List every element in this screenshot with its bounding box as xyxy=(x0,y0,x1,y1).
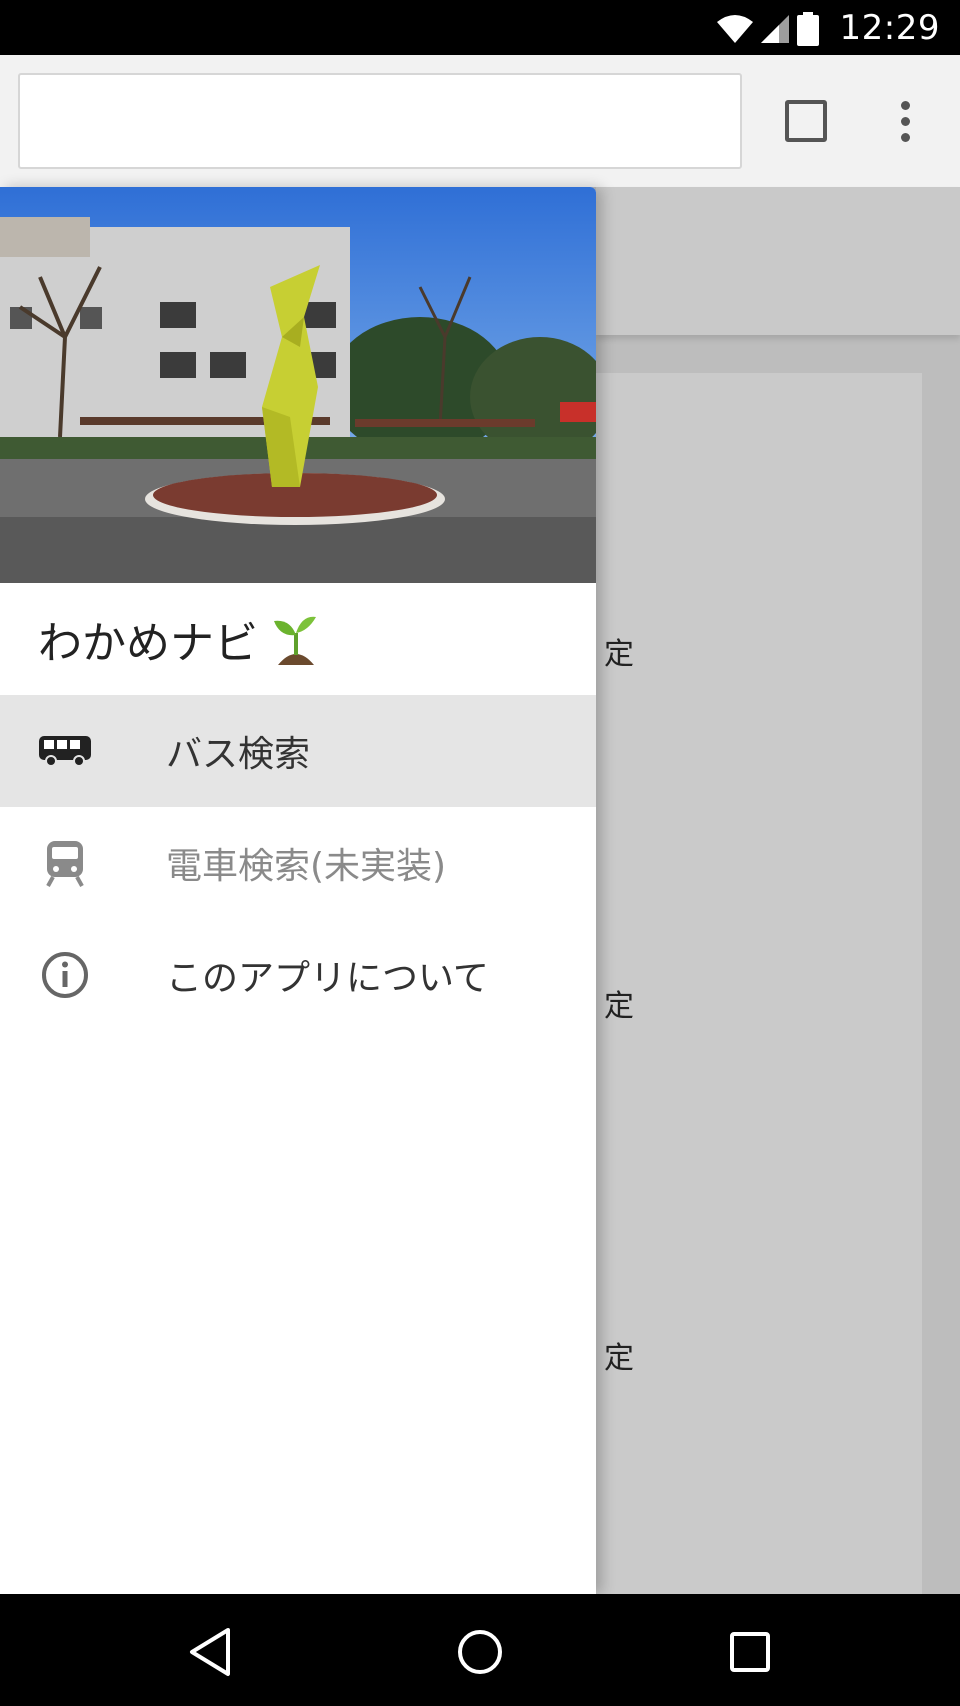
cell-signal-icon xyxy=(760,15,789,43)
train-icon xyxy=(38,836,92,890)
drawer-item-label: このアプリについて xyxy=(166,958,489,999)
page-header xyxy=(596,187,960,335)
drawer-app-title-row: わかめナビ xyxy=(0,583,596,695)
tabs-button[interactable] xyxy=(776,91,836,151)
page-text: 定 xyxy=(604,989,634,1024)
drawer-header-photo xyxy=(0,187,596,583)
home-icon xyxy=(458,1630,502,1674)
drawer-item-train-search[interactable]: 電車検索(未実装) xyxy=(0,807,596,919)
navigation-drawer: わかめナビ バス検索 電車検索(未実装) このアプリについて xyxy=(0,187,596,1594)
app-title: わかめナビ xyxy=(38,618,258,669)
bus-icon xyxy=(38,724,92,778)
info-icon xyxy=(38,948,92,1002)
url-bar[interactable] xyxy=(18,73,742,169)
drawer-item-bus-search[interactable]: バス検索 xyxy=(0,695,596,807)
drawer-item-label: バス検索 xyxy=(166,734,311,775)
sprout-icon xyxy=(274,616,316,665)
page-card xyxy=(596,373,922,1594)
drawer-item-label: 電車検索(未実装) xyxy=(166,846,447,887)
overflow-menu-button[interactable] xyxy=(880,91,930,151)
browser-toolbar xyxy=(0,55,960,187)
wifi-icon xyxy=(716,15,753,43)
back-button[interactable] xyxy=(180,1622,240,1682)
battery-icon xyxy=(797,12,819,46)
status-icons xyxy=(716,12,820,46)
tabs-icon xyxy=(785,100,827,142)
home-button[interactable] xyxy=(450,1622,510,1682)
header-photo xyxy=(0,187,596,583)
system-navigation-bar xyxy=(0,1594,960,1706)
status-time: 12:29 xyxy=(839,8,940,48)
page-text: 定 xyxy=(604,637,634,672)
drawer-item-about[interactable]: このアプリについて xyxy=(0,919,596,1031)
back-icon xyxy=(190,1628,230,1676)
overflow-menu-icon xyxy=(900,100,910,110)
menu-dot xyxy=(900,132,910,142)
menu-dot xyxy=(900,116,910,126)
recents-button[interactable] xyxy=(720,1622,780,1682)
page-text: 定 xyxy=(604,1341,634,1376)
status-bar: 12:29 xyxy=(0,0,960,55)
recents-icon xyxy=(730,1632,770,1672)
